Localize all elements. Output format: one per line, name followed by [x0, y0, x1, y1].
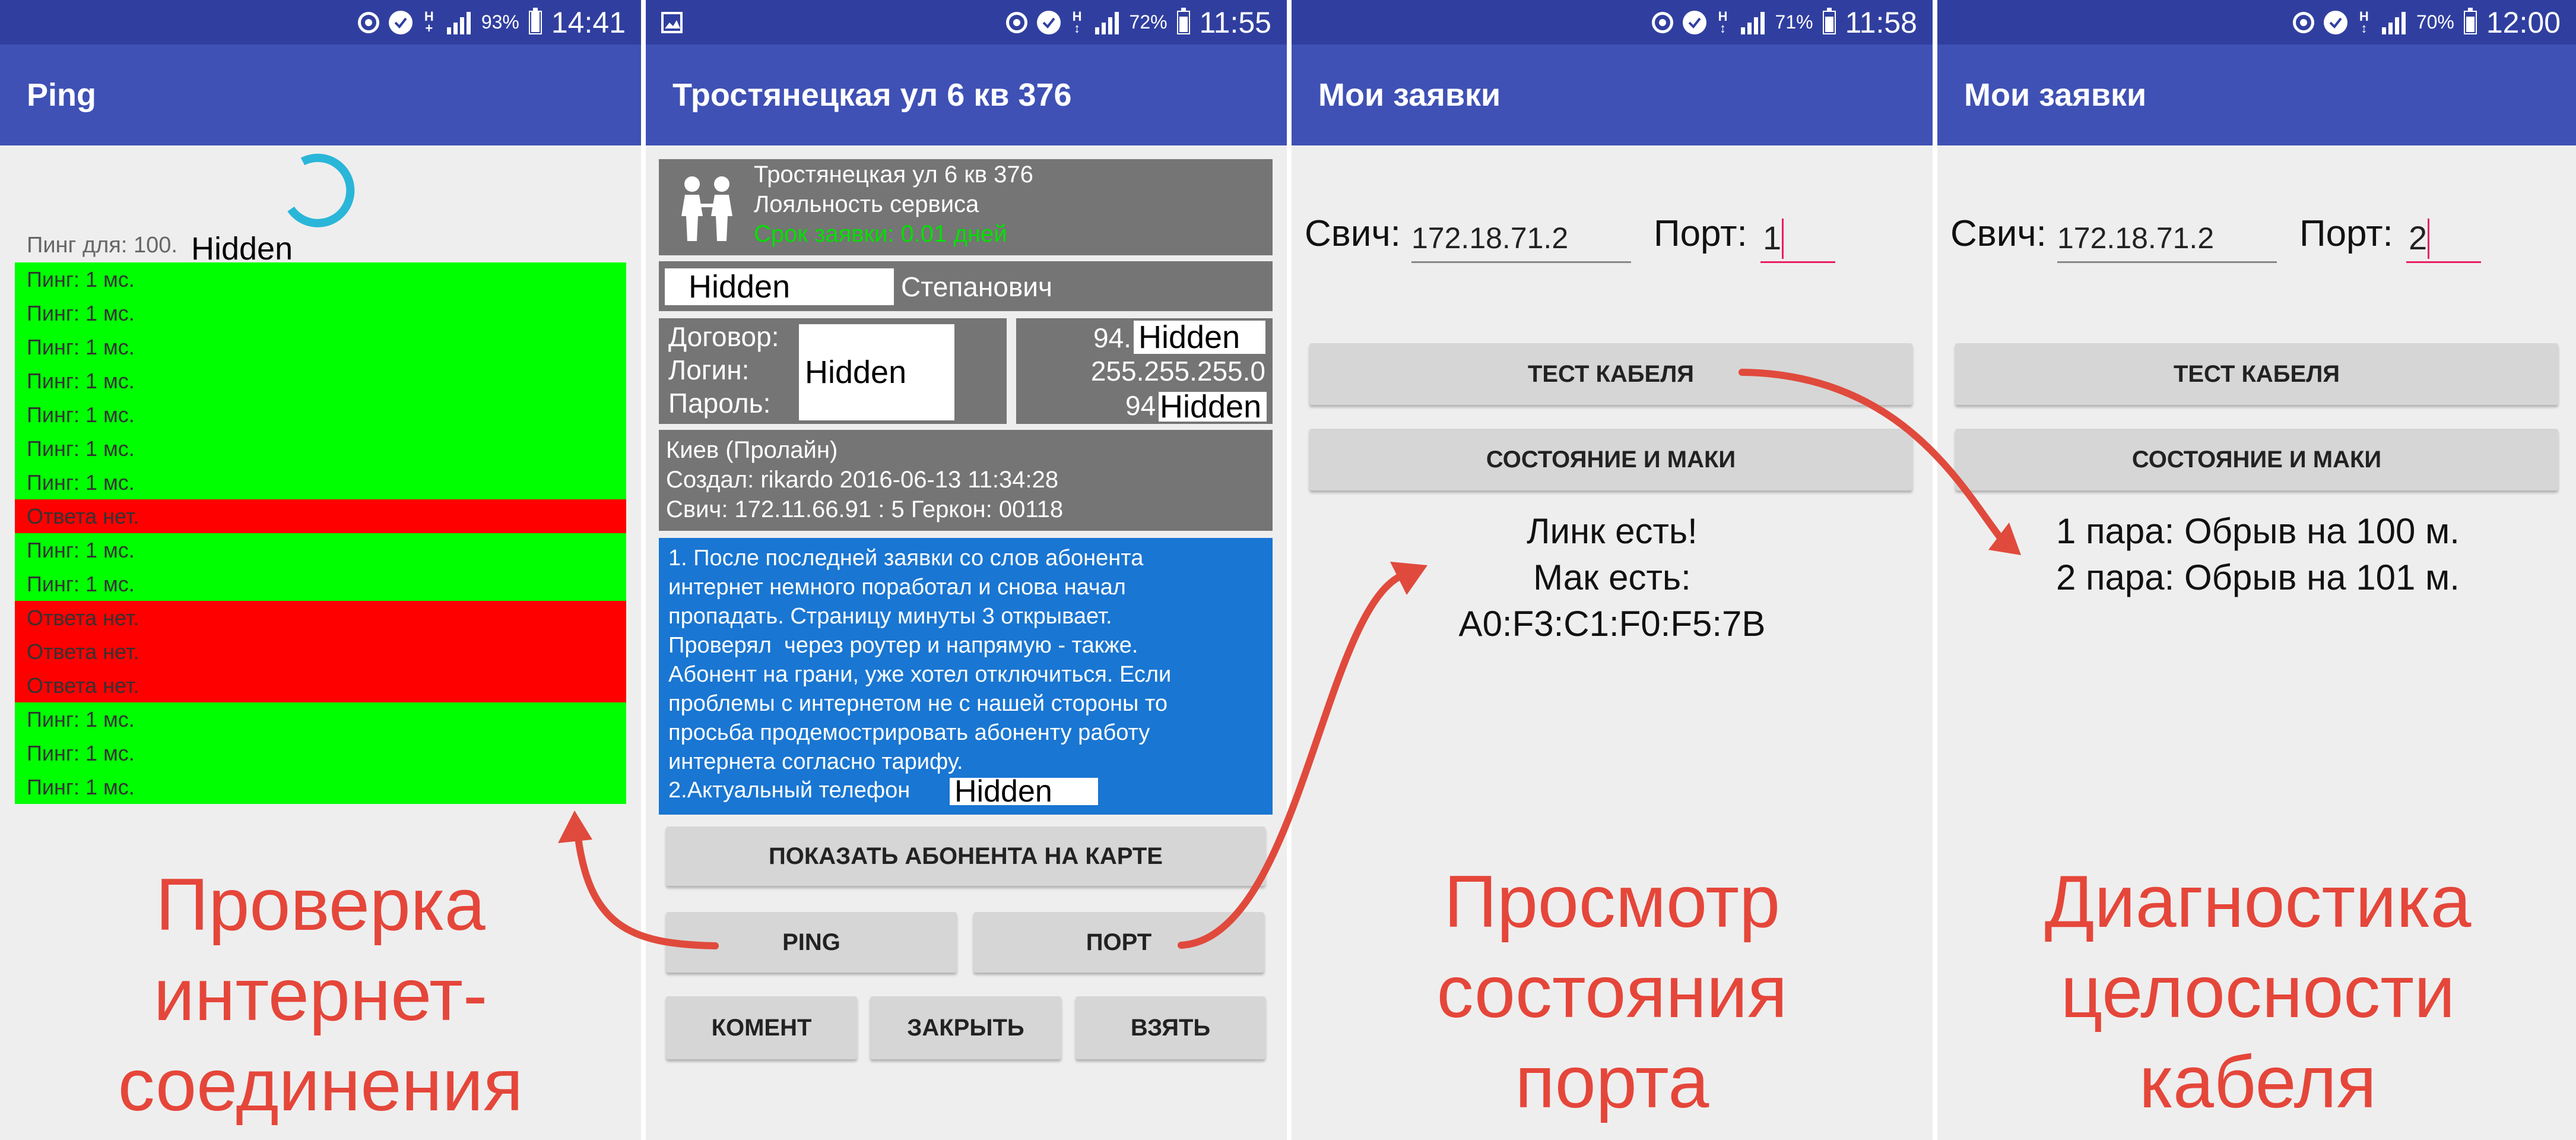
arrow-port-to-state — [1178, 571, 1407, 949]
annotation-arrows — [558, 369, 2021, 949]
arrowhead — [558, 810, 592, 843]
arrow-cable-test-to-result — [1739, 369, 2007, 545]
arrow-ping-to-result — [573, 825, 719, 949]
